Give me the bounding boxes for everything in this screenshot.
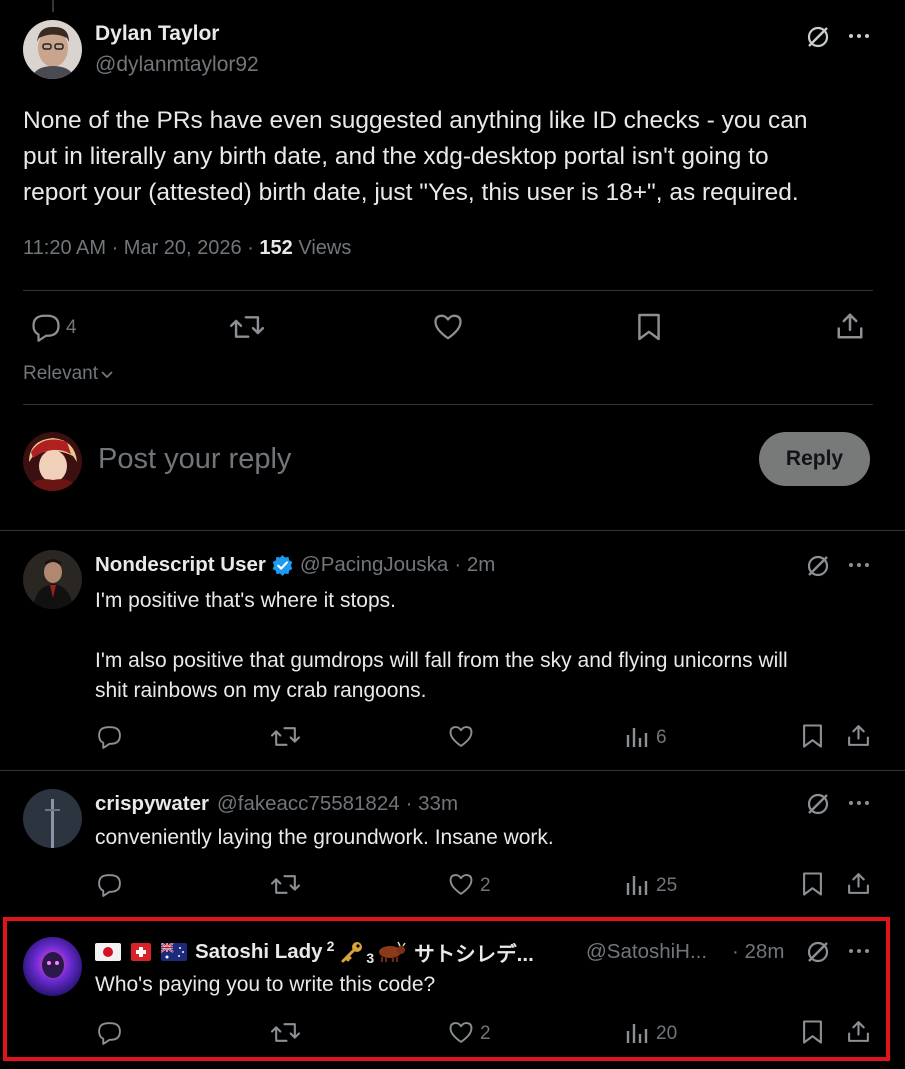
like-icon[interactable] — [448, 725, 474, 748]
post-text: None of the PRs have even suggested anyt… — [23, 103, 807, 211]
reply-text: I'm positive that's where it stops. I'm … — [95, 586, 788, 706]
like-icon[interactable] — [448, 1021, 474, 1044]
likes-count: 2 — [480, 1023, 491, 1044]
verified-badge-icon — [271, 554, 294, 577]
views-count: 152 — [259, 237, 293, 259]
repost-icon[interactable] — [230, 312, 264, 342]
divider — [23, 290, 873, 291]
grok-icon[interactable] — [805, 939, 831, 965]
post-meta: 11:20 AM · Mar 20, 2026 · 152 Views — [23, 237, 351, 260]
sort-label: Relevant — [23, 363, 98, 384]
reply-text-line: I'm also positive that gumdrops will fal… — [95, 649, 788, 672]
more-options-icon[interactable] — [847, 793, 871, 813]
reply-text-line: Who's paying you to write this code? — [95, 973, 436, 996]
reply-text-line: I'm positive that's where it stops. — [95, 589, 396, 612]
thread-connector-line — [52, 0, 54, 12]
reply-author-name-jp[interactable]: サトシレデ... — [414, 937, 534, 967]
share-icon[interactable] — [835, 311, 865, 341]
bookmark-icon[interactable] — [637, 312, 661, 342]
views-count: 25 — [656, 875, 678, 896]
post-text-line: put in literally any birth date, and the… — [23, 143, 769, 170]
like-icon[interactable] — [448, 873, 474, 896]
post-text-line: report your (attested) birth date, just … — [23, 179, 799, 206]
reply-text-line: shit rainbows on my crab rangoons. — [95, 679, 427, 702]
reply-text-line: conveniently laying the groundwork. Insa… — [95, 826, 554, 849]
repost-icon[interactable] — [271, 872, 300, 897]
post-timestamp[interactable]: 11:20 AM · Mar 20, 2026 · — [23, 237, 259, 259]
reply-author-name[interactable]: Satoshi Lady — [195, 940, 323, 964]
share-icon[interactable] — [846, 723, 871, 748]
author-avatar[interactable] — [23, 20, 82, 79]
bookmark-icon[interactable] — [802, 723, 823, 749]
more-options-icon[interactable] — [847, 555, 871, 575]
reply-author-handle[interactable]: @PacingJouska — [300, 553, 448, 577]
share-icon[interactable] — [846, 871, 871, 896]
japan-flag-icon — [95, 943, 121, 961]
reply-icon[interactable] — [97, 872, 122, 897]
divider — [23, 404, 873, 405]
grok-icon[interactable] — [805, 24, 831, 50]
divider — [0, 530, 905, 531]
bookmark-icon[interactable] — [802, 871, 823, 897]
views-icon[interactable] — [625, 725, 649, 749]
reply-avatar[interactable] — [23, 550, 82, 609]
sort-dropdown[interactable]: Relevant — [23, 362, 114, 386]
bookmark-icon[interactable] — [802, 1019, 823, 1045]
reply-author-handle[interactable]: @fakeacc75581824 — [217, 792, 400, 816]
reply-text-line — [95, 616, 788, 646]
flag-icons — [95, 943, 187, 961]
views-icon[interactable] — [625, 873, 649, 897]
views-count: 6 — [656, 727, 667, 748]
reply-timestamp[interactable]: · 33m — [406, 792, 458, 816]
reply-timestamp[interactable]: · 28m — [732, 940, 784, 964]
reply-avatar[interactable] — [23, 789, 82, 848]
reply-text: Who's paying you to write this code? — [95, 970, 435, 1000]
repost-icon[interactable] — [271, 724, 300, 749]
switzerland-flag-icon — [131, 943, 151, 961]
share-icon[interactable] — [846, 1019, 871, 1044]
grok-icon[interactable] — [805, 791, 831, 817]
reply-icon[interactable] — [97, 1020, 122, 1045]
divider — [0, 770, 905, 771]
reply-header: Satoshi Lady 2 3 サトシレデ... — [95, 937, 534, 967]
name-subscript: 3 — [366, 950, 375, 966]
my-avatar[interactable] — [23, 432, 82, 491]
reply-icon[interactable] — [97, 724, 122, 749]
views-icon[interactable] — [625, 1021, 649, 1045]
reply-header: Nondescript User @PacingJouska · 2m — [95, 553, 495, 577]
reply-author-handle[interactable]: @SatoshiH... — [586, 940, 707, 964]
author-handle[interactable]: @dylanmtaylor92 — [95, 53, 259, 77]
reply-input[interactable]: Post your reply — [98, 443, 291, 476]
ox-icon — [376, 941, 406, 963]
repost-icon[interactable] — [271, 1020, 300, 1045]
author-name[interactable]: Dylan Taylor — [95, 22, 219, 46]
reply-text: conveniently laying the groundwork. Insa… — [95, 823, 554, 853]
likes-count: 2 — [480, 875, 491, 896]
reply-count: 4 — [66, 317, 77, 338]
views-label: Views — [292, 237, 352, 259]
chevron-down-icon — [100, 364, 114, 386]
name-superscript: 2 — [326, 938, 335, 954]
reply-author-name[interactable]: Nondescript User — [95, 553, 266, 577]
reply-timestamp[interactable]: · 2m — [454, 553, 495, 577]
reply-icon[interactable] — [31, 312, 61, 342]
reply-button[interactable]: Reply — [759, 432, 870, 486]
like-icon[interactable] — [433, 313, 463, 341]
views-count: 20 — [656, 1023, 678, 1044]
grok-icon[interactable] — [805, 553, 831, 579]
reply-author-name[interactable]: crispywater — [95, 792, 209, 816]
reply-avatar[interactable] — [23, 937, 82, 996]
key-icon — [340, 940, 364, 964]
more-options-icon[interactable] — [847, 941, 871, 961]
more-options-icon[interactable] — [847, 26, 871, 46]
reply-header: crispywater @fakeacc75581824 · 33m — [95, 792, 458, 816]
post-text-line: None of the PRs have even suggested anyt… — [23, 107, 808, 134]
australia-flag-icon — [161, 943, 187, 961]
